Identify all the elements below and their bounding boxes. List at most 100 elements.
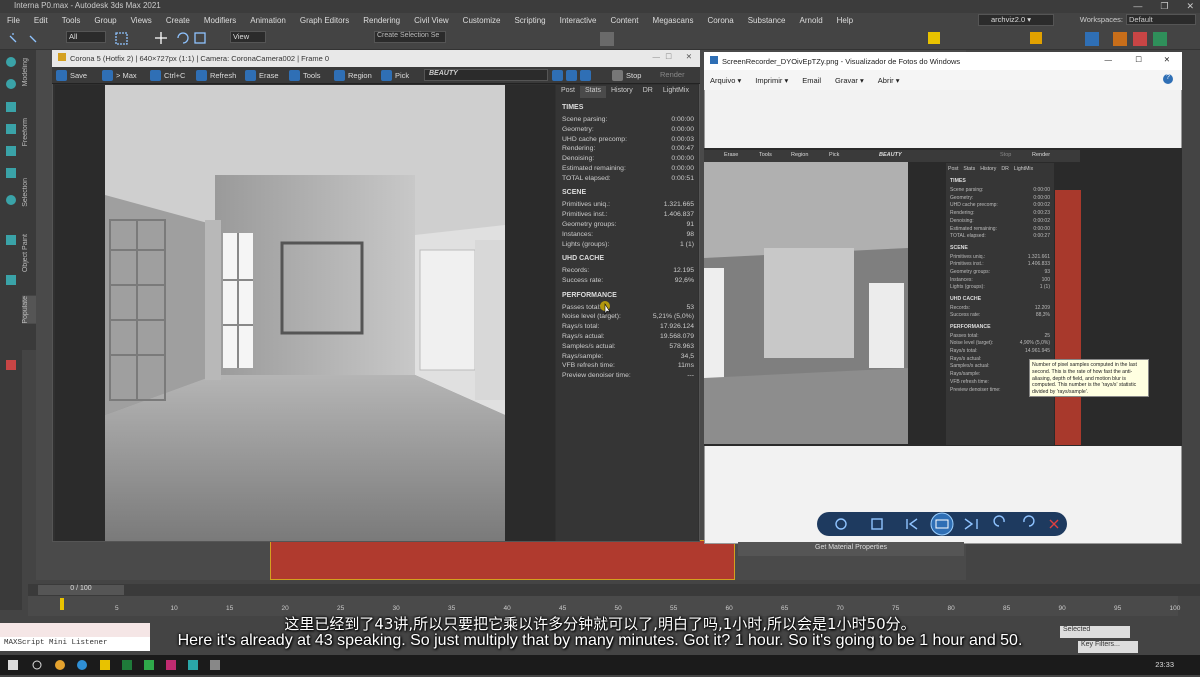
region-button[interactable]: Region xyxy=(334,70,372,81)
render-pass-dropdown[interactable]: BEAUTY xyxy=(424,69,548,81)
menu-content[interactable]: Content xyxy=(604,16,646,25)
menu-file[interactable]: File xyxy=(0,16,27,25)
menu-email[interactable]: Email xyxy=(802,76,821,85)
stats-row: Primitives uniq.: 1.321.661 xyxy=(950,254,1050,260)
user-account[interactable]: archviz2.0 ▾ xyxy=(978,14,1054,26)
restore-icon[interactable]: ❐ xyxy=(1160,1,1168,12)
save-button[interactable]: Save xyxy=(56,70,87,81)
tools-button[interactable]: Tools xyxy=(289,70,321,81)
stats-value: 0:00:00 xyxy=(671,125,694,133)
viewer-close-icon[interactable]: ✕ xyxy=(1164,55,1170,64)
viewer-title-bar: ScreenRecorder_DYOivEpTZy.png - Visualiz… xyxy=(704,52,1182,70)
stats-row: TOTAL elapsed: 0:00:51 xyxy=(562,175,694,182)
menu-imprimir[interactable]: Imprimir ▾ xyxy=(755,76,788,85)
menu-arnold[interactable]: Arnold xyxy=(793,16,830,25)
menu-gravar[interactable]: Gravar ▾ xyxy=(835,76,864,85)
stats-value: 1 (1) xyxy=(1039,284,1050,291)
menu-scripting[interactable]: Scripting xyxy=(507,16,552,25)
help-icon[interactable]: ? xyxy=(1163,74,1173,84)
menu-abrir[interactable]: Abrir ▾ xyxy=(878,76,900,85)
stats-section-times: TIMES xyxy=(950,178,966,184)
scale-icon xyxy=(194,32,206,44)
tab-selection[interactable]: Selection xyxy=(22,178,36,207)
menu-views[interactable]: Views xyxy=(124,16,159,25)
viewer-minimize-icon[interactable]: — xyxy=(1105,55,1113,64)
selected-object-viewport[interactable] xyxy=(270,540,735,580)
menu-animation[interactable]: Animation xyxy=(243,16,293,25)
excel-icon xyxy=(122,660,132,670)
unlink-icon xyxy=(29,35,37,43)
door-shape xyxy=(419,249,476,371)
stats-label: Success rate: xyxy=(950,312,981,319)
copy-button[interactable]: Ctrl+C xyxy=(150,70,185,81)
close-icon[interactable]: ✕ xyxy=(1186,1,1194,12)
tab-post[interactable]: Post xyxy=(556,86,580,98)
tab-populate[interactable]: Populate xyxy=(22,296,36,324)
stats-row: Records: 12.195 xyxy=(562,267,694,274)
rendered-room-image xyxy=(105,85,505,541)
menu-customize[interactable]: Customize xyxy=(456,16,508,25)
stats-label: Rays/sample: xyxy=(562,352,604,360)
stats-label: Rays/s actual: xyxy=(950,355,982,362)
main-toolbar xyxy=(0,28,1200,50)
tab-lightmix[interactable]: LightMix xyxy=(658,86,694,98)
menu-group[interactable]: Group xyxy=(87,16,123,25)
menu-corona[interactable]: Corona xyxy=(700,16,740,25)
stats-value: 1 (1) xyxy=(680,240,694,248)
menu-edit[interactable]: Edit xyxy=(27,16,55,25)
inner-beauty: BEAUTY xyxy=(879,152,902,158)
to-max-label: > Max xyxy=(116,71,137,80)
zoom-buttons[interactable] xyxy=(552,70,591,81)
tab-freeform[interactable]: Freeform xyxy=(22,118,36,146)
stats-row: Primitives inst.: 1.406.833 xyxy=(950,261,1050,267)
menu-rendering[interactable]: Rendering xyxy=(356,16,407,25)
to-max-button[interactable]: > Max xyxy=(102,70,137,81)
time-slider[interactable] xyxy=(28,584,1200,596)
get-material-properties-button[interactable]: Get Material Properties xyxy=(738,542,964,556)
menu-civil-view[interactable]: Civil View xyxy=(407,16,456,25)
menu-interactive[interactable]: Interactive xyxy=(553,16,604,25)
erase-button[interactable]: Erase xyxy=(245,70,279,81)
inner-region: Region xyxy=(791,152,809,158)
pick-button[interactable]: Pick xyxy=(381,70,409,81)
workspace-value[interactable]: Default xyxy=(1126,14,1196,25)
max-icon xyxy=(102,70,113,81)
zoom-icon xyxy=(835,518,847,530)
stats-value: 0:00:02 xyxy=(1033,202,1050,209)
menu-graph-editors[interactable]: Graph Editors xyxy=(293,16,356,25)
tab-dr[interactable]: DR xyxy=(638,86,658,98)
menu-substance[interactable]: Substance xyxy=(741,16,793,25)
tab-stats[interactable]: Stats xyxy=(580,86,606,98)
menu-tools[interactable]: Tools xyxy=(55,16,88,25)
vfb-minimize-icon[interactable]: — xyxy=(653,52,661,61)
workspace-selector[interactable]: Workspaces: Default xyxy=(1080,14,1196,25)
render-image-area[interactable] xyxy=(55,85,555,541)
vfb-close-icon[interactable]: ✕ xyxy=(686,52,692,61)
create-icon xyxy=(6,57,16,67)
stop-button[interactable]: Stop xyxy=(612,70,641,81)
menu-megascans[interactable]: Megascans xyxy=(646,16,701,25)
stats-label: Primitives inst.: xyxy=(562,211,608,219)
selection-filter-dropdown[interactable]: All xyxy=(66,31,106,43)
menu-arquivo[interactable]: Arquivo ▾ xyxy=(710,76,741,85)
menu-modifiers[interactable]: Modifiers xyxy=(197,16,243,25)
viewer-maximize-icon[interactable]: ☐ xyxy=(1135,55,1142,64)
pick-icon xyxy=(381,70,392,81)
reference-coord-dropdown[interactable]: View xyxy=(230,31,266,43)
menu-create[interactable]: Create xyxy=(159,16,197,25)
tab-modeling[interactable]: Modeling xyxy=(22,58,36,86)
frame-indicator[interactable]: 0 / 100 xyxy=(38,585,124,595)
vfb-maximize-icon[interactable]: ☐ xyxy=(665,52,672,61)
menu-help[interactable]: Help xyxy=(830,16,860,25)
track-tick-label: 65 xyxy=(781,605,789,612)
refresh-button[interactable]: Refresh xyxy=(196,70,236,81)
stats-row: Denoising: 0:00:00 xyxy=(562,155,694,162)
render-button[interactable]: Render xyxy=(660,70,685,79)
create-selection-set-input[interactable]: Create Selection Se xyxy=(374,31,446,43)
time-marker[interactable] xyxy=(60,598,64,610)
tab-object-paint[interactable]: Object Paint xyxy=(22,234,36,272)
minimize-icon[interactable]: — xyxy=(1133,1,1142,12)
slideshow-icon xyxy=(930,512,954,536)
tab-history[interactable]: History xyxy=(606,86,638,98)
stats-row: Instances: 100 xyxy=(950,277,1050,283)
